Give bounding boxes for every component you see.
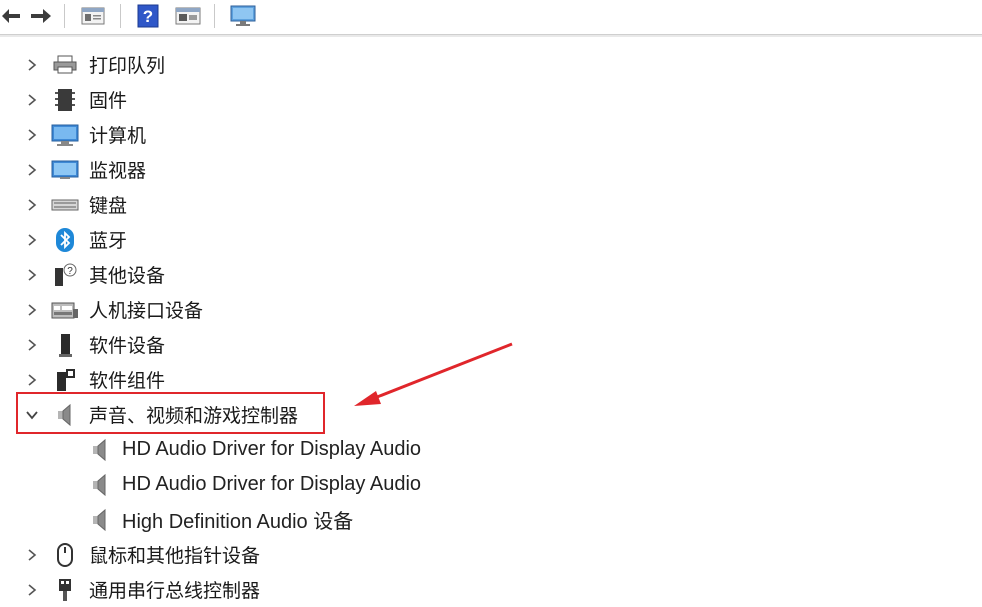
keyboard-icon — [50, 187, 80, 222]
chevron-right-icon[interactable] — [22, 327, 42, 362]
chevron-right-icon[interactable] — [22, 257, 42, 292]
tree-child-high-definition-audio[interactable]: High Definition Audio 设备 — [0, 502, 982, 537]
firmware-icon — [50, 82, 80, 117]
tree-item-print-queues[interactable]: 打印队列 — [0, 47, 982, 82]
unknown-device-icon: ? — [50, 257, 80, 292]
tree-item-label: High Definition Audio 设备 — [122, 511, 354, 533]
usb-icon — [50, 572, 80, 607]
update-driver-icon — [175, 7, 201, 25]
tree-item-label: 软件设备 — [89, 336, 166, 357]
tree-item-label: 鼠标和其他指针设备 — [89, 546, 261, 567]
properties-button[interactable] — [78, 2, 108, 30]
tree-item-label: HD Audio Driver for Display Audio — [122, 473, 422, 495]
tree-item-label: 键盘 — [89, 196, 128, 217]
computer-icon — [50, 117, 80, 152]
tree-item-label: HD Audio Driver for Display Audio — [122, 438, 422, 460]
bluetooth-icon — [50, 222, 80, 257]
chevron-right-icon[interactable] — [22, 82, 42, 117]
tree-item-label: 其他设备 — [89, 266, 166, 287]
highlight-box — [16, 392, 325, 434]
forward-button[interactable] — [26, 2, 56, 30]
tree-child-hd-audio-1[interactable]: HD Audio Driver for Display Audio — [0, 432, 982, 467]
chevron-right-icon[interactable] — [22, 292, 42, 327]
help-icon: ? — [137, 4, 159, 28]
tree-item-mice[interactable]: 鼠标和其他指针设备 — [0, 537, 982, 572]
speaker-icon — [85, 432, 115, 467]
chevron-right-icon[interactable] — [22, 537, 42, 572]
hid-icon — [50, 292, 80, 327]
speaker-icon — [85, 467, 115, 502]
svg-text:?: ? — [67, 266, 73, 277]
tree-item-label: 固件 — [89, 91, 128, 112]
tree-item-label: 通用串行总线控制器 — [89, 581, 261, 602]
chevron-right-icon[interactable] — [22, 572, 42, 607]
tree-item-label: 人机接口设备 — [89, 301, 204, 322]
update-driver-button[interactable] — [172, 2, 204, 30]
toolbar: ? — [0, 0, 982, 35]
tree-item-software-devices[interactable]: 软件设备 — [0, 327, 982, 362]
tree-item-other-devices[interactable]: ? 其他设备 — [0, 257, 982, 292]
back-button[interactable] — [0, 2, 22, 30]
chevron-right-icon[interactable] — [22, 152, 42, 187]
tree-item-monitors[interactable]: 监视器 — [0, 152, 982, 187]
speaker-icon — [85, 502, 115, 537]
tree-child-hd-audio-2[interactable]: HD Audio Driver for Display Audio — [0, 467, 982, 502]
help-button[interactable]: ? — [134, 2, 162, 30]
forward-arrow-icon — [31, 9, 51, 23]
tree-item-label: 软件组件 — [89, 371, 166, 392]
tree-item-label: 计算机 — [89, 126, 147, 147]
properties-icon — [81, 7, 105, 25]
tree-item-label: 打印队列 — [89, 56, 166, 77]
back-arrow-icon — [2, 9, 20, 23]
tree-item-computer[interactable]: 计算机 — [0, 117, 982, 152]
software-device-icon — [50, 327, 80, 362]
chevron-right-icon[interactable] — [22, 187, 42, 222]
chevron-right-icon[interactable] — [22, 222, 42, 257]
tree-item-hid[interactable]: 人机接口设备 — [0, 292, 982, 327]
chevron-right-icon[interactable] — [22, 117, 42, 152]
mouse-icon — [50, 537, 80, 572]
svg-text:?: ? — [143, 7, 153, 26]
tree-item-label: 监视器 — [89, 161, 147, 182]
chevron-right-icon[interactable] — [22, 47, 42, 82]
monitor-icon — [50, 152, 80, 187]
tree-item-usb-controllers[interactable]: 通用串行总线控制器 — [0, 572, 982, 607]
printer-icon — [50, 47, 80, 82]
scan-hardware-button[interactable] — [226, 2, 260, 30]
tree-item-firmware[interactable]: 固件 — [0, 82, 982, 117]
monitor-icon — [230, 5, 256, 26]
tree-item-label: 蓝牙 — [89, 231, 128, 252]
tree-item-keyboards[interactable]: 键盘 — [0, 187, 982, 222]
tree-item-bluetooth[interactable]: 蓝牙 — [0, 222, 982, 257]
